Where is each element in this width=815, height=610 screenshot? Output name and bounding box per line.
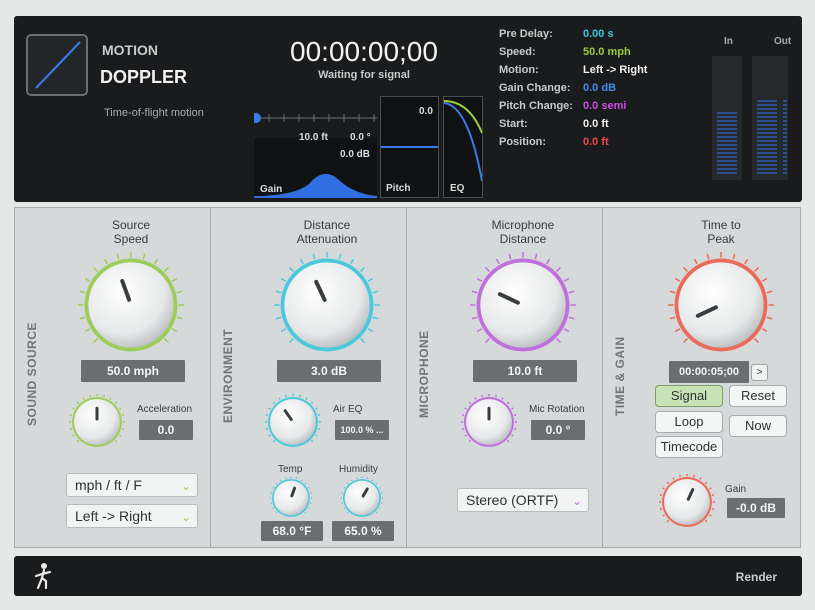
time-to-peak-value[interactable]: 00:00:05;00 [669, 361, 749, 383]
motion-line-icon [35, 41, 81, 89]
temp-knob[interactable] [269, 476, 313, 525]
param-value: 0.0 ft [583, 136, 609, 148]
mic-distance-value[interactable]: 10.0 ft [473, 360, 577, 382]
units-select[interactable]: mph / ft / F ⌄ [66, 473, 198, 497]
meter-out-label: Out [774, 36, 792, 47]
section-title: SOUND SOURCE [25, 321, 39, 426]
status-text: Waiting for signal [318, 69, 410, 81]
input-meter [712, 56, 742, 180]
signal-button[interactable]: Signal [655, 385, 723, 407]
param-value: 0.00 s [583, 28, 614, 40]
gain-label: Gain [725, 484, 747, 495]
distance-attenuation-knob[interactable] [273, 251, 381, 364]
acceleration-value[interactable]: 0.0 [139, 420, 193, 440]
section-title: ENVIRONMENT [221, 328, 235, 423]
walking-figure-icon [34, 563, 52, 590]
gain-knob[interactable] [658, 473, 716, 536]
air-eq-label: Air EQ [333, 404, 363, 415]
position-marker[interactable] [251, 113, 261, 123]
brand-line1: MOTION [102, 42, 158, 58]
microphone-section: MICROPHONE Microphone Distance 10.0 ft Mi… [406, 207, 603, 548]
param-value: Left -> Right [583, 64, 648, 76]
render-button[interactable]: Render [736, 570, 777, 584]
mic-rotation-value[interactable]: 0.0 ° [531, 420, 585, 440]
humidity-label: Humidity [339, 464, 378, 475]
gain-graph-label: Gain [260, 184, 283, 195]
param-value: 0.0 ft [583, 118, 609, 130]
chevron-down-icon: ⌄ [571, 494, 582, 508]
source-speed-knob[interactable] [77, 251, 185, 364]
attenuation-knob-title: Distance Attenuation [296, 218, 358, 246]
now-button[interactable]: Now [729, 415, 787, 437]
timecode-button[interactable]: Timecode [655, 436, 723, 458]
section-title: MICROPHONE [417, 330, 431, 418]
mic-mode-select[interactable]: Stereo (ORTF) ⌄ [457, 488, 589, 512]
display-panel: MOTION DOPPLER Time-of-flight motion 00:… [14, 16, 802, 202]
mic-rotation-knob[interactable] [460, 393, 518, 456]
pitch-graph-label: Pitch [386, 183, 411, 194]
air-eq-knob[interactable] [264, 393, 322, 456]
param-value: 0.0 dB [583, 82, 617, 94]
param-key: Speed: [499, 46, 536, 58]
param-key: Pre Delay: [499, 28, 553, 40]
brand-line2: DOPPLER [100, 67, 188, 87]
reset-button[interactable]: Reset [729, 385, 787, 407]
acceleration-knob[interactable] [68, 393, 126, 456]
air-eq-value[interactable]: 100.0 % ... [335, 420, 389, 440]
footer-bar: Render [14, 556, 802, 596]
speed-knob-title: Source Speed [111, 218, 151, 246]
environment-section: ENVIRONMENT Distance Attenuation 3.0 dB A… [210, 207, 407, 548]
attenuation-value[interactable]: 3.0 dB [277, 360, 381, 382]
humidity-knob[interactable] [340, 476, 384, 525]
time-to-peak-knob-title: Time to Peak [701, 218, 741, 246]
acceleration-label: Acceleration [137, 404, 193, 415]
gain-value[interactable]: -0.0 dB [727, 498, 785, 518]
gain-readout: 0.0 dB [340, 149, 371, 160]
param-key: Gain Change: [499, 82, 571, 94]
loop-button[interactable]: Loop [655, 411, 723, 433]
param-value: 0.0 semi [583, 100, 627, 112]
output-meter [752, 56, 782, 180]
chevron-down-icon: ⌄ [180, 510, 191, 524]
humidity-value[interactable]: 65.0 % [332, 521, 394, 541]
chevron-down-icon: ⌄ [180, 479, 191, 493]
param-key: Pitch Change: [499, 100, 573, 112]
distance-readout: 10.0 ft [299, 132, 328, 143]
meter-in-label: In [724, 36, 733, 47]
mic-distance-knob-title: Microphone Distance [491, 218, 555, 246]
pitch-readout: 0.0 [419, 106, 433, 117]
direction-select[interactable]: Left -> Right ⌄ [66, 504, 198, 528]
time-to-peak-knob[interactable] [667, 251, 775, 364]
temp-value[interactable]: 68.0 °F [261, 521, 323, 541]
plugin-description: Time-of-flight motion [104, 107, 204, 119]
source-speed-value[interactable]: 50.0 mph [81, 360, 185, 382]
mic-distance-knob[interactable] [469, 251, 577, 364]
eq-graph-label: EQ [450, 183, 465, 194]
next-button[interactable]: > [751, 364, 768, 381]
param-key: Start: [499, 118, 528, 130]
output-meter-right [782, 56, 788, 180]
angle-readout: 0.0 ° [350, 132, 371, 143]
section-title: TIME & GAIN [613, 336, 627, 417]
sound-source-section: SOUND SOURCE Source Speed 50.0 mph Accele… [14, 207, 211, 548]
param-value: 50.0 mph [583, 46, 631, 58]
temp-label: Temp [278, 464, 303, 475]
motion-logo [26, 34, 88, 96]
param-key: Motion: [499, 64, 539, 76]
timecode-display: 00:00:00;00 [290, 36, 438, 67]
mic-rotation-label: Mic Rotation [529, 404, 585, 415]
param-key: Position: [499, 136, 547, 148]
time-gain-section: TIME & GAIN Time to Peak 00:00:05;00 > Si… [602, 207, 801, 548]
